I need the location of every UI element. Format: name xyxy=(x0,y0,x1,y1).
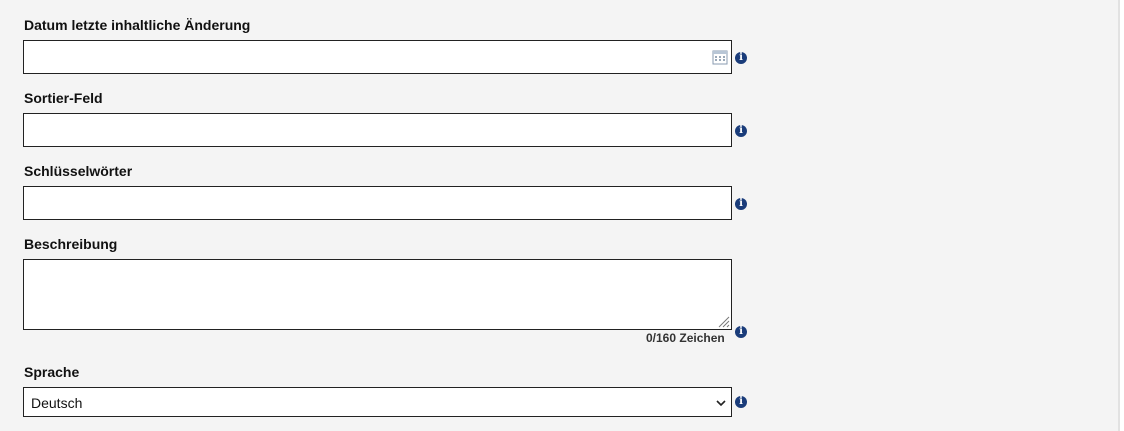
sortier-info-icon[interactable]: i xyxy=(735,125,747,137)
resize-handle-icon[interactable] xyxy=(716,314,730,328)
sprache-selected-value: Deutsch xyxy=(31,395,83,411)
sortier-label: Sortier-Feld xyxy=(24,90,103,106)
datum-label: Datum letzte inhaltliche Änderung xyxy=(24,17,251,33)
chevron-down-icon[interactable] xyxy=(715,397,727,409)
beschreibung-info-icon[interactable]: i xyxy=(735,326,747,338)
datum-input[interactable] xyxy=(24,41,731,73)
form-panel: Datum letzte inhaltliche Änderung i Sort… xyxy=(0,0,1120,431)
beschreibung-field[interactable] xyxy=(23,259,732,330)
sortier-field[interactable] xyxy=(23,113,732,147)
sprache-label: Sprache xyxy=(24,364,80,380)
datum-info-icon[interactable]: i xyxy=(735,52,747,64)
datum-field[interactable] xyxy=(23,40,732,74)
sortier-input[interactable] xyxy=(24,114,731,146)
schluessel-field[interactable] xyxy=(23,186,732,220)
character-counter: 0/160 Zeichen xyxy=(646,331,725,345)
beschreibung-textarea[interactable] xyxy=(24,260,731,329)
schluessel-input[interactable] xyxy=(24,187,731,219)
calendar-icon[interactable] xyxy=(712,49,728,65)
schluessel-label: Schlüsselwörter xyxy=(24,163,133,179)
sprache-info-icon[interactable]: i xyxy=(735,396,747,408)
schluessel-info-icon[interactable]: i xyxy=(735,198,747,210)
beschreibung-label: Beschreibung xyxy=(24,236,118,252)
sprache-select[interactable]: Deutsch xyxy=(23,387,732,417)
